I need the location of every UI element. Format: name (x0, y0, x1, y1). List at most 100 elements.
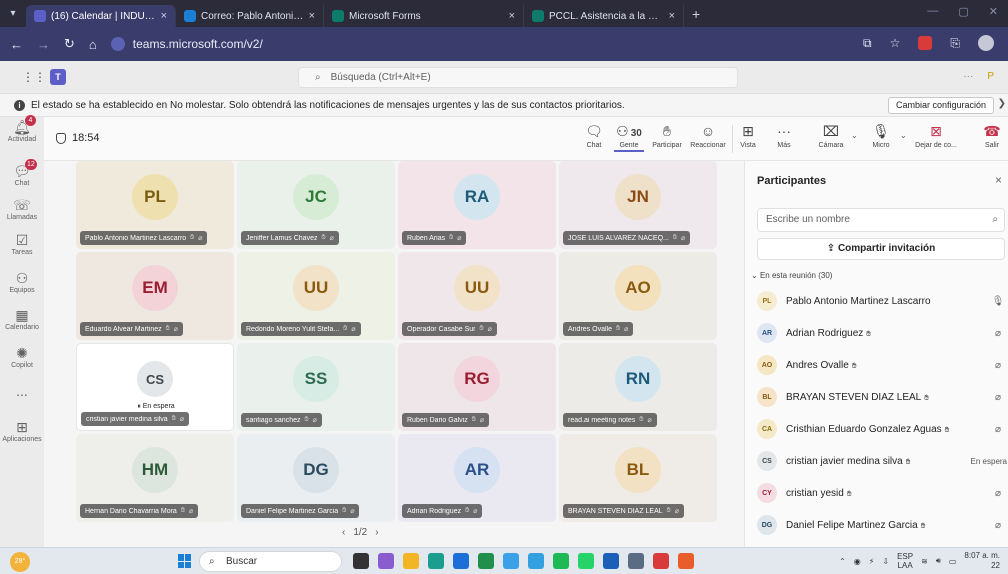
video-tile[interactable]: UU Redondo Moreno Yulit Stefa... ✋︎ ⌀ (237, 252, 395, 340)
video-tile[interactable]: RA Ruben Arias ✋︎ ⌀ (398, 161, 556, 249)
profile-icon[interactable]: P (987, 71, 994, 82)
tab-close-icon[interactable]: × (161, 10, 167, 22)
participant-search-input[interactable]: Escribe un nombre ⌕ (757, 208, 1005, 232)
participant-row[interactable]: AR Adrian Rodriguez ✋︎ ⌀ (757, 321, 1007, 345)
video-tile[interactable]: AR Adrian Rodriguez ✋︎ ⌀ (398, 434, 556, 522)
rail-item-tareas[interactable]: ☑ Tareas (0, 232, 44, 256)
pdf-extension-icon[interactable] (918, 36, 933, 50)
back-icon[interactable]: ← (10, 37, 23, 52)
reload-icon[interactable]: ↻ (64, 36, 75, 52)
close-panel-icon[interactable]: × (995, 173, 1002, 187)
rail-item-chat[interactable]: 💬︎ 12 Chat (0, 159, 44, 187)
browser-tab-mail[interactable]: Correo: Pablo Antonio Martinez × (176, 5, 324, 27)
bluetooth-icon[interactable]: ⚡︎ (869, 557, 875, 566)
windows-start-icon[interactable] (178, 554, 192, 568)
video-tile[interactable]: AO Andres Ovalle ✋︎ ⌀ (559, 252, 717, 340)
whatsapp-icon[interactable] (578, 553, 594, 569)
rail-item-more[interactable]: ... (0, 383, 44, 399)
share-invite-button[interactable]: ⇪ Compartir invitación (757, 238, 1005, 260)
participant-row[interactable]: PL Pablo Antonio Martinez Lascarro 🎙︎ (757, 289, 1007, 313)
tab-close-icon[interactable]: × (309, 10, 315, 22)
profile-avatar[interactable] (978, 35, 994, 51)
tab-close-icon[interactable]: × (669, 10, 675, 22)
video-tile[interactable]: CS ⏸ En espera cristian javier medina silv… (76, 343, 234, 431)
wifi-icon[interactable]: ≋ (921, 557, 928, 566)
edge-browser-icon[interactable] (428, 553, 444, 569)
banner-close-icon[interactable]: ❯ (998, 98, 1006, 109)
video-tile[interactable]: BL BRAYAN STEVEN DIAZ LEAL ✋︎ ⌀ (559, 434, 717, 522)
video-tile[interactable]: PL Pablo Antonio Martinez Lascarro ✋︎ ⌀ (76, 161, 234, 249)
video-tile[interactable]: RG Ruben Dario Galviz ✋︎ ⌀ (398, 343, 556, 431)
language-indicator[interactable]: ESP LAA (897, 552, 913, 570)
edge-app-icon[interactable] (503, 553, 519, 569)
participant-row[interactable]: CS cristian javier medina silva ✋︎ En esper… (757, 449, 1007, 473)
teams-search-input[interactable]: ⌕ Búsqueda (Ctrl+Alt+E) (298, 67, 738, 88)
participant-row[interactable]: CY cristian yesid ✋︎ ⌀ (757, 481, 1007, 505)
change-settings-button[interactable]: Cambiar configuración (887, 97, 994, 114)
copilot-app-icon[interactable] (378, 553, 394, 569)
volume-icon[interactable]: 🔊︎ (936, 556, 941, 566)
raise-hand-button[interactable]: ✋︎ Participar (650, 122, 684, 149)
excel-icon[interactable] (478, 553, 494, 569)
leave-button[interactable]: ☎ Salir (980, 122, 1004, 149)
mic-button[interactable]: 🎙︎ Micro (866, 122, 896, 149)
extensions-icon[interactable]: ⎘ (950, 36, 960, 51)
maximize-icon[interactable]: ▢ (958, 5, 968, 18)
browser-tab-forms[interactable]: Microsoft Forms × (324, 5, 524, 27)
in-meeting-section-header[interactable]: ⌄ En esta reunión (30) (751, 271, 832, 280)
video-tile[interactable]: UU Operador Casabe Sur ✋︎ ⌀ (398, 252, 556, 340)
more-button[interactable]: ··· Más (772, 122, 796, 149)
url-field[interactable]: teams.microsoft.com/v2/ (110, 37, 263, 51)
video-tile[interactable]: RN read.ai meeting notes ✋︎ ⌀ (559, 343, 717, 431)
tab-actions-menu-icon[interactable]: ▾ (0, 0, 26, 27)
video-tile[interactable]: SS santiago sanchez ✋︎ ⌀ (237, 343, 395, 431)
favorite-star-icon[interactable]: ☆ (890, 36, 901, 50)
clock[interactable]: 8:07 a. m. 22 (964, 551, 1000, 571)
forward-icon[interactable]: → (37, 37, 50, 52)
weather-widget[interactable]: 28° (10, 552, 30, 572)
participant-row[interactable]: CA Cristhian Eduardo Gonzalez Aguas ✋︎ ⌀ (757, 417, 1007, 441)
spotify-icon[interactable] (553, 553, 569, 569)
stop-sharing-button[interactable]: ⊠ Dejar de co... (912, 122, 960, 149)
tray-app-icon[interactable]: ◉ (854, 557, 861, 566)
mic-options-chevron-icon[interactable]: ⌄ (900, 131, 907, 140)
video-tile[interactable]: EM Eduardo Alvear Martinez ✋︎ ⌀ (76, 252, 234, 340)
tray-overflow-icon[interactable]: ⌃ (839, 557, 846, 566)
split-screen-icon[interactable]: ⧉ (863, 36, 872, 51)
more-options-icon[interactable]: ··· (963, 71, 973, 82)
people-button[interactable]: ⚇ 30 Gente (614, 122, 644, 152)
settings-icon[interactable] (628, 553, 644, 569)
camera-button[interactable]: ⌧ Cámara (814, 122, 848, 149)
rail-item-aplicaciones[interactable]: ⊞ Aplicaciones (0, 419, 44, 443)
network-app-icon[interactable] (528, 553, 544, 569)
chat-button[interactable]: 🗨︎ Chat (582, 122, 606, 149)
rail-item-calendario[interactable]: ▦ Calendario (0, 307, 44, 331)
view-button[interactable]: ⊞ Vista (736, 122, 760, 149)
acrobat-icon[interactable] (653, 553, 669, 569)
video-tile[interactable]: JN JOSE LUIS ALVAREZ NACEQ... ✋︎ ⌀ (559, 161, 717, 249)
close-window-icon[interactable]: ✕ (989, 5, 998, 18)
participant-row[interactable]: DG Daniel Felipe Martinez Garcia ✋︎ ⌀ (757, 513, 1007, 537)
new-tab-icon[interactable]: + (684, 6, 708, 22)
participant-row[interactable]: AO Andres Ovalle ✋︎ ⌀ (757, 353, 1007, 377)
browser-tab-pccl[interactable]: PCCL. Asistencia a la Sensibiliza × (524, 5, 684, 27)
video-tile[interactable]: DG Daniel Felipe Martinez Garcia ✋︎ ⌀ (237, 434, 395, 522)
usb-icon[interactable]: ⇩ (882, 557, 889, 566)
store-icon[interactable] (453, 553, 469, 569)
camera-options-chevron-icon[interactable]: ⌄ (851, 131, 858, 140)
video-tile[interactable]: JC Jeniffer Lamus Chavez ✋︎ ⌀ (237, 161, 395, 249)
battery-icon[interactable]: ▭ (949, 557, 957, 566)
minimize-icon[interactable]: — (927, 5, 938, 18)
outlook-icon[interactable] (603, 553, 619, 569)
rail-item-actividad[interactable]: 🔔︎ 4 Actividad (0, 115, 44, 143)
participant-row[interactable]: BL BRAYAN STEVEN DIAZ LEAL ✋︎ ⌀ (757, 385, 1007, 409)
browser-tab-calendar[interactable]: (16) Calendar | INDUCCIÓN × (26, 5, 176, 27)
prev-page-icon[interactable]: ‹ (342, 527, 345, 538)
video-tile[interactable]: HM Hernan Dario Chavarria Mora ✋︎ ⌀ (76, 434, 234, 522)
home-icon[interactable]: ⌂ (89, 37, 97, 52)
taskbar-search-input[interactable]: ⌕ Buscar (199, 551, 342, 572)
file-explorer-icon[interactable] (403, 553, 419, 569)
rail-item-llamadas[interactable]: ☏ Llamadas (0, 197, 44, 221)
tab-close-icon[interactable]: × (509, 10, 515, 22)
site-info-icon[interactable] (110, 37, 125, 51)
